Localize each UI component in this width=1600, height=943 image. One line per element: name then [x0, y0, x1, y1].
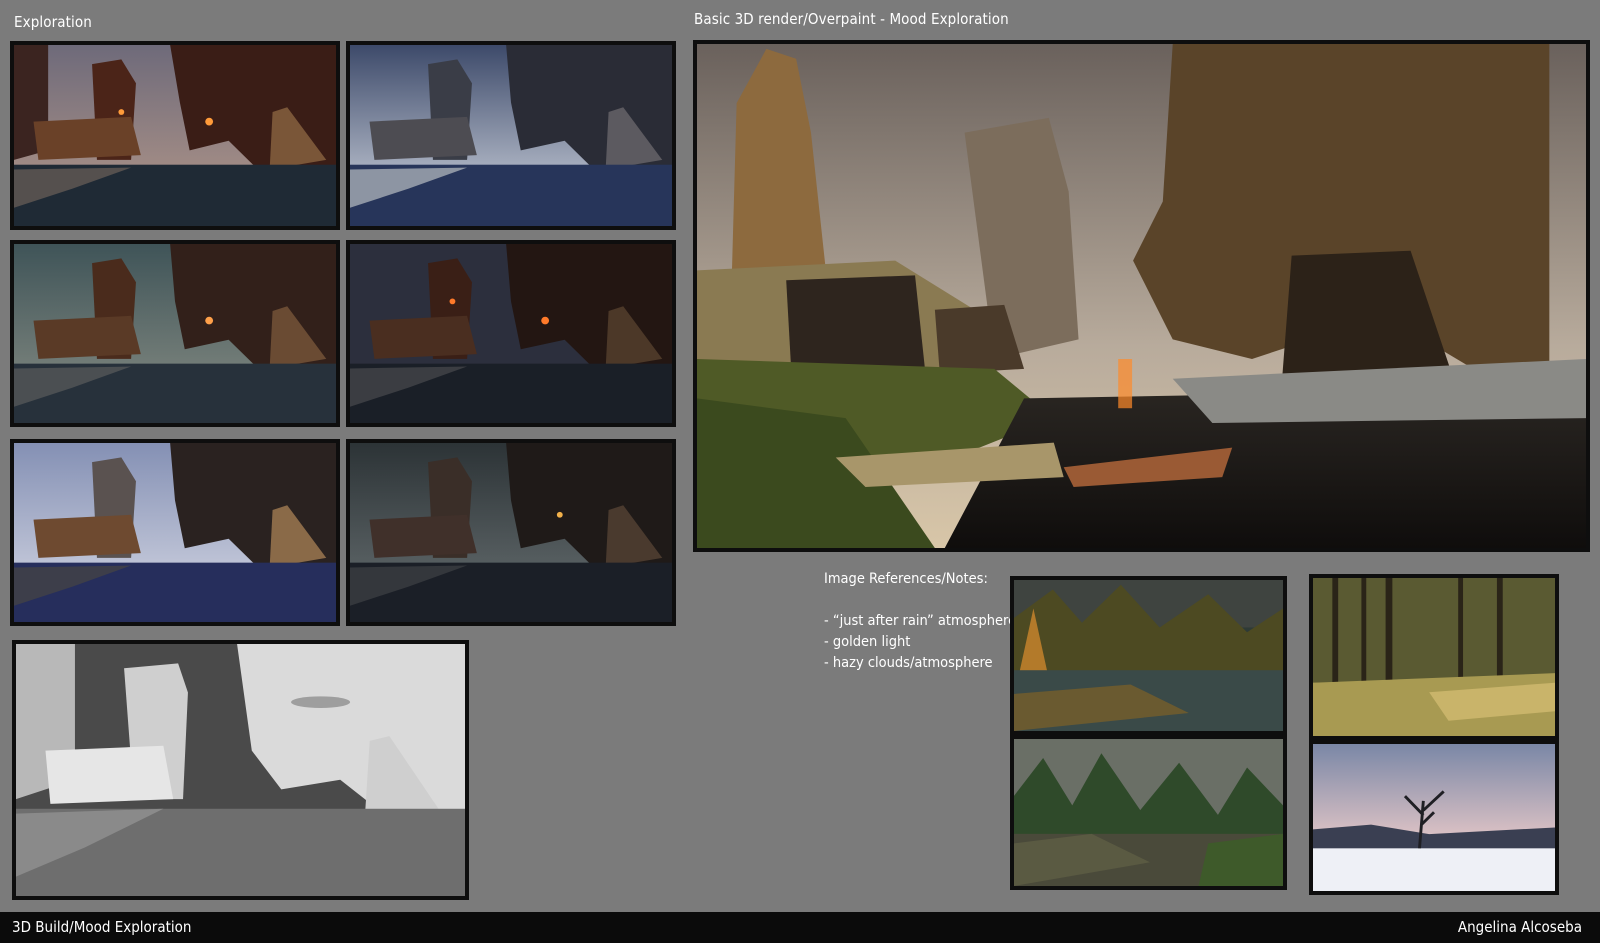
exploration-heading: Exploration — [14, 13, 92, 31]
reference-photo-forest-river-2 — [1010, 735, 1287, 890]
grey-3d-build-render — [12, 640, 469, 900]
notes-item-3: - hazy clouds/atmosphere — [824, 655, 993, 671]
exploration-thumb-4 — [346, 240, 676, 427]
exploration-thumb-6 — [346, 439, 676, 626]
notes-spacer — [824, 590, 1016, 611]
artist-name: Angelina Alcoseba — [1457, 918, 1582, 936]
reference-notes: Image References/Notes: - “just after ra… — [824, 569, 1016, 674]
reference-photo-winter-tree — [1309, 740, 1559, 895]
notes-item-1: - “just after rain” atmosphere — [824, 613, 1017, 629]
exploration-thumb-2 — [346, 41, 676, 230]
reference-photo-pine-forest — [1309, 574, 1559, 740]
main-render-heading: Basic 3D render/Overpaint - Mood Explora… — [694, 10, 1009, 28]
footer-bar: 3D Build/Mood Exploration Angelina Alcos… — [0, 912, 1600, 943]
exploration-thumb-1 — [10, 41, 340, 230]
notes-title: Image References/Notes: — [824, 571, 988, 587]
exploration-thumb-3 — [10, 240, 340, 427]
notes-item-2: - golden light — [824, 634, 911, 650]
main-overpaint-render — [693, 40, 1590, 552]
footer-caption: 3D Build/Mood Exploration — [12, 918, 192, 936]
exploration-thumb-5 — [10, 439, 340, 626]
reference-photo-forest-river-1 — [1010, 576, 1287, 735]
